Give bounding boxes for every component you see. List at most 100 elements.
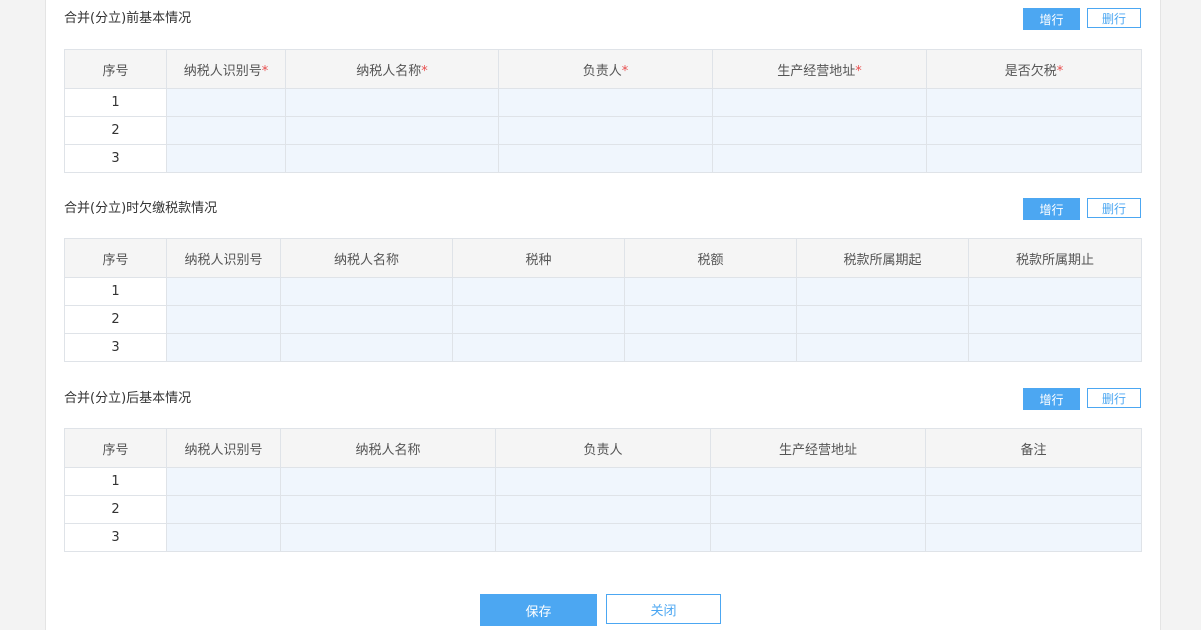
column-header-remarks: 备注 xyxy=(925,428,1142,468)
remarks-cell[interactable] xyxy=(925,495,1142,524)
column-header-taxpayer-name: 纳税人名称 xyxy=(280,428,496,468)
tax-type-cell[interactable] xyxy=(452,277,625,306)
section-title: 合并(分立)前基本情况 xyxy=(64,11,192,26)
delete-row-button[interactable]: 删行 xyxy=(1087,388,1141,408)
taxpayer-id-cell[interactable] xyxy=(166,333,281,362)
column-header-business-address: 生产经营地址 xyxy=(710,428,926,468)
section-title: 合并(分立)时欠缴税款情况 xyxy=(64,201,218,216)
period-end-cell[interactable] xyxy=(968,305,1142,334)
table-row: 1 xyxy=(64,467,1142,496)
column-header-taxpayer-id: 纳税人识别号 xyxy=(166,238,281,278)
tax-amount-cell[interactable] xyxy=(624,277,797,306)
save-button[interactable]: 保存 xyxy=(480,594,597,626)
tax-arrears-table: 序号 纳税人识别号 纳税人名称 税种 税额 税款所属期起 税款所属期止 1 2 … xyxy=(64,238,1142,362)
taxpayer-id-cell[interactable] xyxy=(166,116,286,145)
responsible-person-cell[interactable] xyxy=(495,523,711,552)
tax-owed-cell[interactable] xyxy=(926,88,1142,117)
column-header-tax-type: 税种 xyxy=(452,238,625,278)
column-header-tax-owed: 是否欠税* xyxy=(926,49,1142,89)
table-row: 1 xyxy=(64,277,1142,306)
responsible-person-cell[interactable] xyxy=(498,88,713,117)
responsible-person-cell[interactable] xyxy=(495,467,711,496)
taxpayer-name-cell[interactable] xyxy=(285,144,499,173)
taxpayer-name-cell[interactable] xyxy=(280,305,453,334)
required-mark: * xyxy=(261,63,269,79)
taxpayer-id-cell[interactable] xyxy=(166,88,286,117)
table-row: 2 xyxy=(64,116,1142,145)
business-address-cell[interactable] xyxy=(710,467,926,496)
table-header-row: 序号 纳税人识别号* 纳税人名称* 负责人* 生产经营地址* 是否欠税* xyxy=(64,49,1142,89)
table-row: 2 xyxy=(64,305,1142,334)
remarks-cell[interactable] xyxy=(925,467,1142,496)
taxpayer-name-cell[interactable] xyxy=(280,277,453,306)
required-mark: * xyxy=(421,63,428,79)
tax-type-cell[interactable] xyxy=(452,333,625,362)
responsible-person-cell[interactable] xyxy=(498,144,713,173)
tax-amount-cell[interactable] xyxy=(624,305,797,334)
business-address-cell[interactable] xyxy=(712,116,927,145)
taxpayer-name-cell[interactable] xyxy=(280,523,496,552)
required-mark: * xyxy=(855,63,862,79)
taxpayer-name-cell[interactable] xyxy=(280,333,453,362)
period-start-cell[interactable] xyxy=(796,333,969,362)
column-header-business-address: 生产经营地址* xyxy=(712,49,927,89)
required-mark: * xyxy=(621,63,629,79)
required-mark: * xyxy=(1056,63,1064,79)
business-address-cell[interactable] xyxy=(712,144,927,173)
taxpayer-name-cell[interactable] xyxy=(280,467,496,496)
business-address-cell[interactable] xyxy=(712,88,927,117)
row-index: 2 xyxy=(64,305,167,334)
column-header-taxpayer-name: 纳税人名称 xyxy=(280,238,453,278)
column-header-period-end: 税款所属期止 xyxy=(968,238,1142,278)
taxpayer-name-cell[interactable] xyxy=(285,116,499,145)
period-start-cell[interactable] xyxy=(796,305,969,334)
add-row-button[interactable]: 增行 xyxy=(1023,198,1080,220)
taxpayer-id-cell[interactable] xyxy=(166,467,281,496)
row-index: 2 xyxy=(64,116,167,145)
table-row: 2 xyxy=(64,495,1142,524)
column-header-period-start: 税款所属期起 xyxy=(796,238,969,278)
column-header-responsible-person: 负责人* xyxy=(498,49,713,89)
tax-owed-cell[interactable] xyxy=(926,116,1142,145)
row-index: 1 xyxy=(64,88,167,117)
tax-amount-cell[interactable] xyxy=(624,333,797,362)
taxpayer-id-cell[interactable] xyxy=(166,305,281,334)
column-header-taxpayer-id: 纳税人识别号* xyxy=(166,49,286,89)
after-merge-table: 序号 纳税人识别号 纳税人名称 负责人 生产经营地址 备注 1 2 3 xyxy=(64,428,1142,552)
period-end-cell[interactable] xyxy=(968,333,1142,362)
table-row: 3 xyxy=(64,523,1142,552)
table-header-row: 序号 纳税人识别号 纳税人名称 负责人 生产经营地址 备注 xyxy=(64,428,1142,468)
column-header-tax-amount: 税额 xyxy=(624,238,797,278)
business-address-cell[interactable] xyxy=(710,523,926,552)
taxpayer-name-cell[interactable] xyxy=(280,495,496,524)
responsible-person-cell[interactable] xyxy=(495,495,711,524)
taxpayer-id-cell[interactable] xyxy=(166,495,281,524)
add-row-button[interactable]: 增行 xyxy=(1023,388,1080,410)
business-address-cell[interactable] xyxy=(710,495,926,524)
add-row-button[interactable]: 增行 xyxy=(1023,8,1080,30)
row-index: 3 xyxy=(64,144,167,173)
taxpayer-id-cell[interactable] xyxy=(166,144,286,173)
period-start-cell[interactable] xyxy=(796,277,969,306)
close-button[interactable]: 关闭 xyxy=(606,594,721,624)
taxpayer-id-cell[interactable] xyxy=(166,277,281,306)
column-header-responsible-person: 负责人 xyxy=(495,428,711,468)
period-end-cell[interactable] xyxy=(968,277,1142,306)
before-merge-table: 序号 纳税人识别号* 纳税人名称* 负责人* 生产经营地址* 是否欠税* 1 2… xyxy=(64,49,1142,173)
tax-owed-cell[interactable] xyxy=(926,144,1142,173)
table-header-row: 序号 纳税人识别号 纳税人名称 税种 税额 税款所属期起 税款所属期止 xyxy=(64,238,1142,278)
row-index: 1 xyxy=(64,467,167,496)
taxpayer-name-cell[interactable] xyxy=(285,88,499,117)
row-index: 3 xyxy=(64,523,167,552)
column-header-taxpayer-name: 纳税人名称* xyxy=(285,49,499,89)
table-row: 3 xyxy=(64,144,1142,173)
section-title: 合并(分立)后基本情况 xyxy=(64,391,192,406)
column-header-index: 序号 xyxy=(64,428,167,468)
delete-row-button[interactable]: 删行 xyxy=(1087,198,1141,218)
row-index: 2 xyxy=(64,495,167,524)
taxpayer-id-cell[interactable] xyxy=(166,523,281,552)
remarks-cell[interactable] xyxy=(925,523,1142,552)
tax-type-cell[interactable] xyxy=(452,305,625,334)
responsible-person-cell[interactable] xyxy=(498,116,713,145)
delete-row-button[interactable]: 删行 xyxy=(1087,8,1141,28)
